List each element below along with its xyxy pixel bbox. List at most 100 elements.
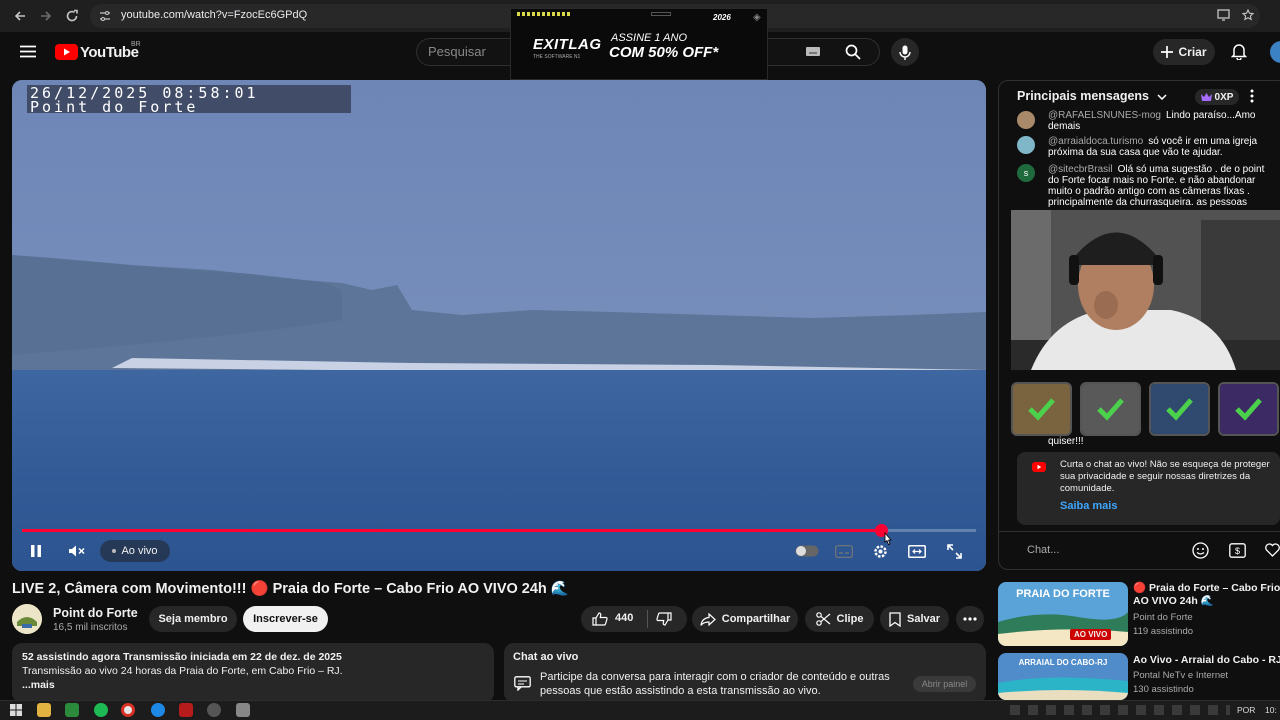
- url-text[interactable]: youtube.com/watch?v=FzocEc6GPdQ: [121, 9, 307, 21]
- video-title: LIVE 2, Câmera com Movimento!!! 🔴 Praia …: [12, 581, 569, 597]
- chat-avatar: [1017, 136, 1035, 154]
- channel-subscribers: 16,5 mil inscritos: [53, 622, 128, 633]
- ad-brand: EXITLAG: [533, 36, 602, 53]
- recommended-channel[interactable]: Pontal NeTv e Internet: [1133, 670, 1228, 681]
- overlay-location: Point do Forte: [30, 98, 199, 116]
- chat-more-icon[interactable]: [1250, 89, 1254, 103]
- file-explorer-icon[interactable]: [37, 703, 51, 717]
- recommended-title[interactable]: 🔴 Praia do Forte – Cabo Frio AO VIVO 24h…: [1133, 582, 1280, 608]
- keyboard-language[interactable]: POR: [1237, 705, 1255, 715]
- recommended-channel[interactable]: Point do Forte: [1133, 612, 1193, 623]
- youtube-logo-text[interactable]: YouTube: [80, 44, 139, 61]
- mute-button[interactable]: [64, 539, 90, 563]
- app-icon[interactable]: [151, 703, 165, 717]
- app-icon[interactable]: [179, 703, 193, 717]
- save-button[interactable]: Salvar: [880, 606, 949, 632]
- like-icon[interactable]: [592, 612, 608, 626]
- recommended-thumbnail[interactable]: ARRAIAL DO CABO-RJ: [998, 653, 1128, 700]
- search-placeholder: Pesquisar: [428, 44, 486, 59]
- ad-tagline: THE SOFTWARE N1: [533, 54, 581, 60]
- chat-notice-text: Curta o chat ao vivo! Não se esqueça de …: [1060, 459, 1270, 494]
- youtube-small-icon: [1032, 462, 1046, 472]
- live-chat-info-text: Participe da conversa para interagir com…: [540, 671, 890, 697]
- volume-muted-icon: [68, 544, 86, 558]
- live-chat-info-title: Chat ao vivo: [513, 651, 579, 663]
- site-settings-icon[interactable]: [99, 10, 111, 22]
- create-label: Criar: [1178, 45, 1207, 59]
- chat-text-partial: quiser!!!: [1048, 436, 1084, 447]
- recommended-title[interactable]: Ao Vivo - Arraial do Cabo - RJ: [1133, 654, 1280, 667]
- learn-more-link[interactable]: Saiba mais: [1060, 500, 1117, 512]
- settings-button[interactable]: [868, 539, 892, 563]
- heart-icon[interactable]: [1265, 543, 1280, 557]
- reaction-tile[interactable]: [1149, 382, 1210, 436]
- recommended-viewers: 119 assistindo: [1133, 626, 1194, 637]
- exitlag-ad-banner[interactable]: 2026 ◈ EXITLAG THE SOFTWARE N1 ASSINE 1 …: [510, 8, 768, 80]
- super-chat-icon[interactable]: $: [1229, 543, 1246, 558]
- obs-icon[interactable]: [207, 703, 221, 717]
- reaction-tile[interactable]: [1011, 382, 1072, 436]
- notifications-bell-icon[interactable]: [1231, 43, 1247, 60]
- channel-name[interactable]: Point do Forte: [53, 606, 138, 620]
- ad-info-icon[interactable]: ◈: [753, 12, 761, 23]
- like-count[interactable]: 440: [615, 612, 633, 624]
- crown-icon: [1200, 93, 1212, 101]
- chat-author[interactable]: @RAFAELSNUNES-mog: [1048, 110, 1161, 121]
- share-button[interactable]: Compartilhar: [692, 606, 798, 632]
- reaction-tile[interactable]: [1218, 382, 1279, 436]
- live-badge-button[interactable]: Ao vivo: [100, 540, 170, 562]
- reload-icon[interactable]: [62, 6, 82, 26]
- system-tray-icons[interactable]: [1010, 705, 1230, 715]
- chat-input[interactable]: Chat...: [1027, 544, 1059, 556]
- search-button[interactable]: [833, 40, 873, 64]
- microphone-icon: [899, 45, 911, 60]
- keyboard-icon[interactable]: [806, 47, 820, 56]
- reaction-tile[interactable]: [1080, 382, 1141, 436]
- more-actions-button[interactable]: [956, 606, 984, 632]
- cast-icon[interactable]: [1217, 9, 1230, 21]
- chrome-icon[interactable]: [121, 703, 135, 717]
- subscribe-button[interactable]: Inscrever-se: [243, 606, 328, 632]
- join-membership-button[interactable]: Seja membro: [149, 606, 237, 632]
- captions-icon: [835, 544, 853, 558]
- ad-year: 2026: [713, 13, 731, 22]
- youtube-logo-icon[interactable]: [55, 44, 78, 60]
- forward-icon[interactable]: [36, 6, 56, 26]
- chat-author[interactable]: @arraialdoca.turismo: [1048, 136, 1143, 147]
- autoplay-toggle[interactable]: [794, 539, 820, 563]
- back-icon[interactable]: [10, 6, 30, 26]
- theater-mode-button[interactable]: [905, 539, 929, 563]
- recommended-thumbnail[interactable]: PRAIA DO FORTE AO VIVO: [998, 582, 1128, 646]
- spotify-icon[interactable]: [94, 703, 108, 717]
- video-frame-beach-scene: [12, 80, 986, 571]
- chat-mode-dropdown[interactable]: Principais mensagens: [1017, 89, 1167, 103]
- clock[interactable]: 10:: [1265, 705, 1277, 715]
- app-icon[interactable]: [236, 703, 250, 717]
- video-player[interactable]: 26/12/2025 08:58:01 Point do Forte Ao vi…: [12, 80, 986, 571]
- bookmark-star-icon[interactable]: [1242, 9, 1254, 21]
- pause-button[interactable]: [24, 539, 48, 563]
- plus-icon: [1161, 46, 1174, 58]
- channel-avatar[interactable]: [12, 604, 42, 634]
- clip-button[interactable]: Clipe: [805, 606, 874, 632]
- xp-badge[interactable]: 0XP: [1195, 89, 1239, 105]
- pause-icon: [30, 544, 42, 558]
- windows-start-icon[interactable]: [9, 703, 23, 717]
- save-label: Salvar: [906, 613, 941, 625]
- dislike-icon[interactable]: [656, 612, 672, 626]
- live-badge: AO VIVO: [1070, 629, 1112, 640]
- subtitles-button[interactable]: [832, 539, 856, 563]
- create-button[interactable]: Criar: [1153, 39, 1215, 65]
- menu-icon[interactable]: [20, 45, 36, 58]
- more-horizontal-icon: [963, 617, 977, 621]
- logo-region: BR: [131, 41, 141, 48]
- voice-search-button[interactable]: [891, 38, 919, 66]
- divider: [647, 610, 648, 628]
- chat-avatar: [1017, 111, 1035, 129]
- description-more-link[interactable]: ...mais: [22, 679, 55, 691]
- open-panel-button[interactable]: Abrir painel: [913, 676, 976, 692]
- chat-author[interactable]: @sitecbrBrasil: [1048, 164, 1113, 175]
- fullscreen-button[interactable]: [942, 539, 966, 563]
- emoji-icon[interactable]: [1192, 542, 1209, 559]
- app-icon[interactable]: [65, 703, 79, 717]
